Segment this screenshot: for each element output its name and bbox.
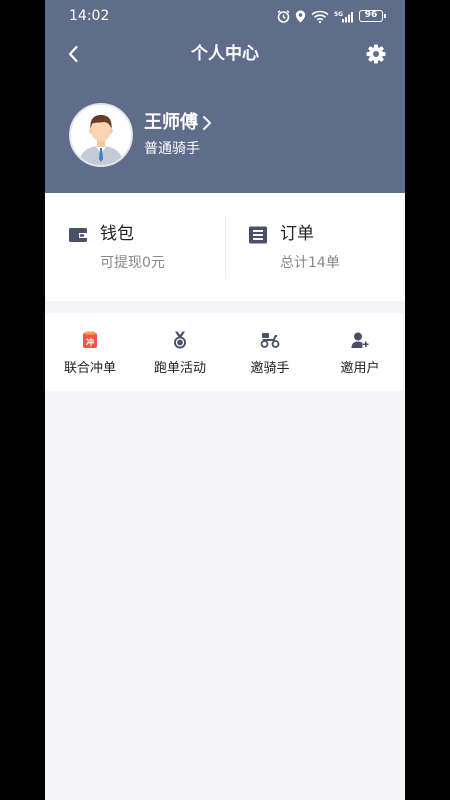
status-icons: 5G 96	[277, 9, 386, 23]
action-label: 联合冲单	[63, 361, 116, 376]
avatar[interactable]	[69, 103, 133, 167]
rush-badge-text: 冲	[86, 337, 94, 347]
status-time: 14:02	[69, 8, 110, 24]
wallet-entry[interactable]: 钱包 可提现0元	[45, 193, 225, 301]
signal-icon: 5G	[334, 11, 353, 22]
medal-icon	[170, 330, 190, 350]
action-running-activity[interactable]: 跑单活动	[135, 313, 225, 391]
actions-row: 冲 联合冲单 跑单活动 邀骑手 邀用户	[45, 313, 405, 391]
chevron-right-icon	[203, 116, 211, 130]
scooter-icon	[260, 330, 280, 350]
add-user-icon	[350, 330, 370, 350]
orders-title: 订单	[280, 224, 314, 244]
stats-card: 钱包 可提现0元 订单 总计14单	[45, 193, 405, 301]
profile-name-link[interactable]: 王师傅	[144, 112, 212, 134]
settings-button[interactable]	[365, 43, 387, 65]
page-title: 个人中心	[191, 44, 259, 64]
gear-icon	[366, 44, 386, 64]
alarm-icon	[277, 9, 290, 23]
wallet-balance: 可提现0元	[100, 255, 165, 271]
action-invite-rider[interactable]: 邀骑手	[225, 313, 315, 391]
location-icon	[295, 10, 306, 22]
orders-count: 总计14单	[280, 255, 340, 271]
order-list-icon	[249, 226, 267, 244]
wallet-icon	[69, 228, 87, 242]
action-joint-rush-order[interactable]: 冲 联合冲单	[45, 313, 135, 391]
profile-header: 14:02 5G 96 个人中心 王师傅 普通骑手	[45, 0, 405, 193]
phone-screen: 14:02 5G 96 个人中心 王师傅 普通骑手 钱包 可提现0元 订单 总计…	[45, 0, 405, 800]
status-bar: 14:02 5G 96	[45, 0, 405, 32]
wifi-icon	[311, 10, 329, 23]
action-label: 邀用户	[340, 361, 380, 376]
action-label: 邀骑手	[250, 361, 290, 376]
battery-indicator: 96	[359, 10, 386, 22]
action-invite-user[interactable]: 邀用户	[315, 313, 405, 391]
courier-avatar-icon	[71, 105, 131, 165]
profile-name: 王师傅	[144, 112, 198, 133]
nav-bar: 个人中心	[45, 34, 405, 74]
svg-text:5G: 5G	[334, 11, 343, 18]
orders-entry[interactable]: 订单 总计14单	[225, 193, 405, 301]
profile-role: 普通骑手	[144, 141, 200, 157]
rush-order-icon: 冲	[80, 330, 100, 350]
wallet-title: 钱包	[100, 224, 134, 244]
action-label: 跑单活动	[153, 361, 206, 376]
profile-summary: 王师傅 普通骑手	[69, 103, 369, 169]
